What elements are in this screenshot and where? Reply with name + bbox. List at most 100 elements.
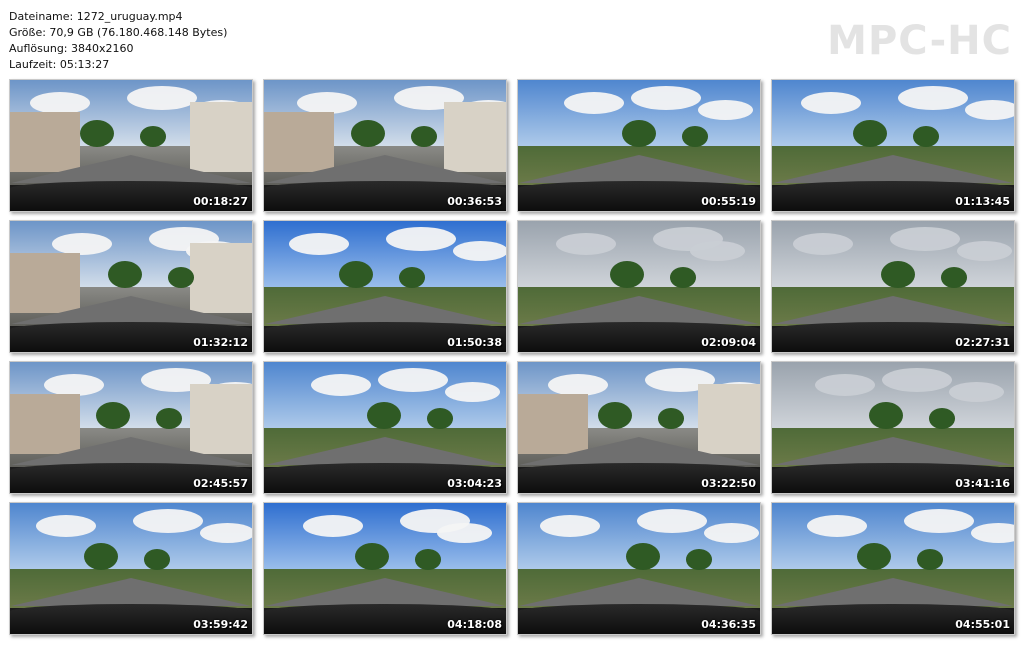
cloud-shape: [303, 515, 363, 537]
video-thumbnail[interactable]: 00:55:19: [517, 79, 761, 212]
road-surface: [265, 296, 505, 324]
cloud-shape: [965, 100, 1014, 120]
tree-shape: [853, 120, 887, 148]
tree-shape: [598, 402, 632, 430]
tree-shape: [156, 408, 182, 429]
timestamp-label: 02:27:31: [955, 336, 1010, 349]
mpc-hc-logo: MPC-HC: [827, 18, 1012, 64]
cloud-shape: [44, 374, 104, 396]
tree-shape: [682, 126, 708, 147]
tree-shape: [96, 402, 130, 430]
file-info-panel: Dateiname: 1272_uruguay.mp4 Größe: 70,9 …: [9, 9, 227, 73]
duration-text: Laufzeit: 05:13:27: [9, 58, 110, 71]
video-thumbnail[interactable]: 01:32:12: [9, 220, 253, 353]
video-thumbnail[interactable]: 02:27:31: [771, 220, 1015, 353]
timestamp-label: 02:09:04: [701, 336, 756, 349]
tree-shape: [427, 408, 453, 429]
cloud-shape: [698, 100, 753, 120]
tree-shape: [610, 261, 644, 289]
road-surface: [11, 437, 251, 465]
tree-shape: [355, 543, 389, 571]
filesize-text: Größe: 70,9 GB (76.180.468.148 Bytes): [9, 26, 228, 39]
timestamp-label: 03:59:42: [193, 618, 248, 631]
cloud-shape: [289, 233, 349, 255]
cloud-shape: [882, 368, 952, 392]
video-thumbnail[interactable]: 03:22:50: [517, 361, 761, 494]
cloud-shape: [704, 523, 759, 543]
timestamp-label: 04:18:08: [447, 618, 502, 631]
cloud-shape: [453, 241, 506, 261]
cloud-shape: [564, 92, 624, 114]
video-thumbnail[interactable]: 02:45:57: [9, 361, 253, 494]
tree-shape: [367, 402, 401, 430]
tree-shape: [917, 549, 943, 570]
tree-shape: [941, 267, 967, 288]
road-surface: [773, 437, 1013, 465]
cloud-shape: [949, 382, 1004, 402]
road-surface: [11, 578, 251, 606]
timestamp-label: 02:45:57: [193, 477, 248, 490]
video-thumbnail[interactable]: 04:18:08: [263, 502, 507, 635]
cloud-shape: [801, 92, 861, 114]
cloud-shape: [815, 374, 875, 396]
tree-shape: [869, 402, 903, 430]
cloud-shape: [548, 374, 608, 396]
cloud-shape: [30, 92, 90, 114]
road-surface: [519, 578, 759, 606]
video-thumbnail[interactable]: 03:41:16: [771, 361, 1015, 494]
timestamp-label: 04:55:01: [955, 618, 1010, 631]
cloud-shape: [690, 241, 745, 261]
video-thumbnail[interactable]: 01:50:38: [263, 220, 507, 353]
video-thumbnail[interactable]: 03:59:42: [9, 502, 253, 635]
tree-shape: [670, 267, 696, 288]
video-thumbnail[interactable]: 04:36:35: [517, 502, 761, 635]
cloud-shape: [556, 233, 616, 255]
tree-shape: [140, 126, 166, 147]
tree-shape: [339, 261, 373, 289]
tree-shape: [168, 267, 194, 288]
timestamp-label: 00:36:53: [447, 195, 502, 208]
timestamp-label: 01:13:45: [955, 195, 1010, 208]
timestamp-label: 03:22:50: [701, 477, 756, 490]
road-surface: [265, 437, 505, 465]
road-surface: [11, 296, 251, 324]
cloud-shape: [793, 233, 853, 255]
thumbnail-grid: 00:18:27 00:36:53 00:55:19 01:13:45 01:32:12…: [9, 79, 1015, 635]
cloud-shape: [386, 227, 456, 251]
video-thumbnail[interactable]: 03:04:23: [263, 361, 507, 494]
cloud-shape: [637, 509, 707, 533]
cloud-shape: [898, 86, 968, 110]
tree-shape: [622, 120, 656, 148]
tree-shape: [415, 549, 441, 570]
road-surface: [519, 155, 759, 183]
cloud-shape: [127, 86, 197, 110]
video-thumbnail[interactable]: 00:18:27: [9, 79, 253, 212]
video-thumbnail[interactable]: 00:36:53: [263, 79, 507, 212]
tree-shape: [80, 120, 114, 148]
video-thumbnail[interactable]: 01:13:45: [771, 79, 1015, 212]
cloud-shape: [890, 227, 960, 251]
cloud-shape: [36, 515, 96, 537]
road-surface: [265, 578, 505, 606]
cloud-shape: [378, 368, 448, 392]
timestamp-label: 01:32:12: [193, 336, 248, 349]
tree-shape: [626, 543, 660, 571]
video-thumbnail[interactable]: 02:09:04: [517, 220, 761, 353]
cloud-shape: [200, 523, 252, 543]
tree-shape: [351, 120, 385, 148]
tree-shape: [144, 549, 170, 570]
tree-shape: [686, 549, 712, 570]
cloud-shape: [631, 86, 701, 110]
road-surface: [265, 155, 505, 183]
tree-shape: [929, 408, 955, 429]
video-thumbnail[interactable]: 04:55:01: [771, 502, 1015, 635]
timestamp-label: 03:04:23: [447, 477, 502, 490]
timestamp-label: 01:50:38: [447, 336, 502, 349]
cloud-shape: [957, 241, 1012, 261]
road-surface: [773, 578, 1013, 606]
filename-text: Dateiname: 1272_uruguay.mp4: [9, 10, 183, 23]
cloud-shape: [297, 92, 357, 114]
cloud-shape: [445, 382, 500, 402]
cloud-shape: [311, 374, 371, 396]
timestamp-label: 04:36:35: [701, 618, 756, 631]
